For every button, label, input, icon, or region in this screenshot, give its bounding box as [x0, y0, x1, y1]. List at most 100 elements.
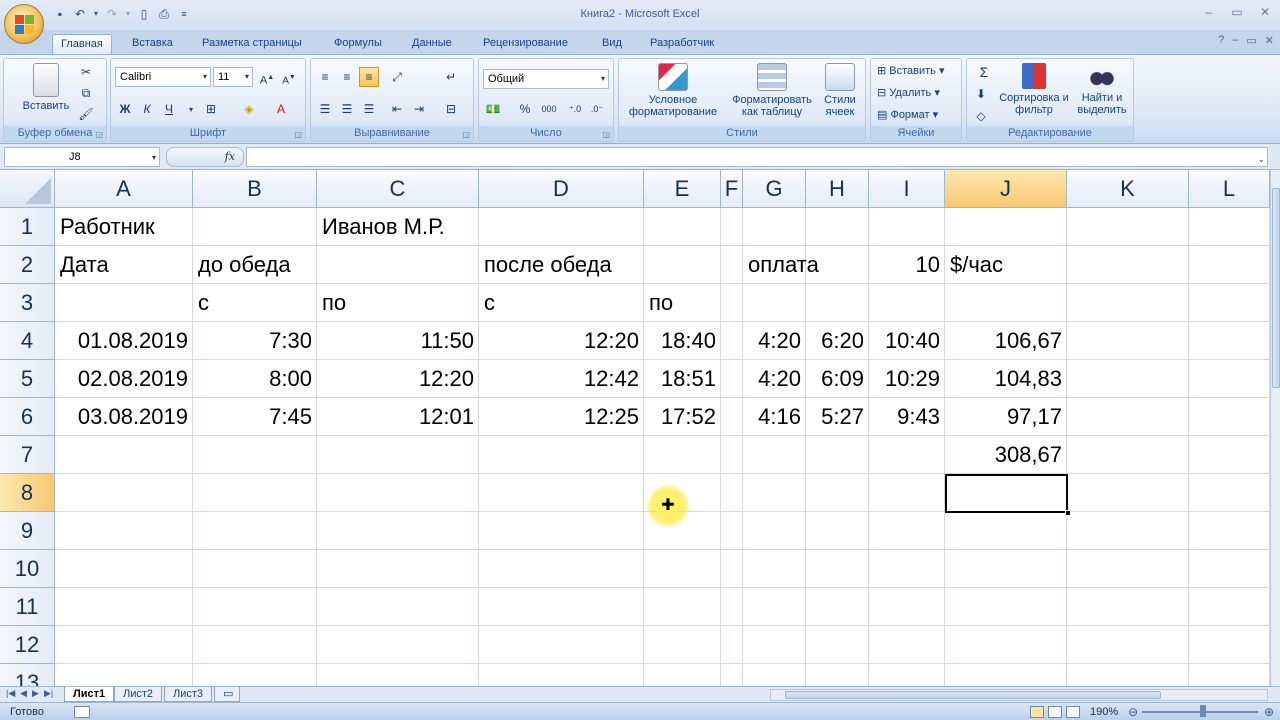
page-layout-view-icon[interactable]	[1048, 706, 1062, 718]
currency-icon[interactable]: 💵	[483, 99, 503, 119]
column-header-f[interactable]: F	[721, 170, 743, 208]
bold-button[interactable]: Ж	[115, 99, 135, 119]
first-sheet-icon[interactable]: |◀	[6, 688, 15, 699]
row-header-6[interactable]: 6	[0, 398, 55, 436]
cell-styles-button[interactable]: Стили ячеек	[817, 63, 863, 118]
sheet-tab-1[interactable]: Лист1	[64, 687, 115, 702]
column-header-l[interactable]: L	[1189, 170, 1270, 208]
cell-c3[interactable]: по	[317, 284, 479, 322]
tab-insert[interactable]: Вставка	[124, 34, 181, 54]
font-color-icon[interactable]: A	[271, 99, 291, 119]
cell-j4[interactable]: 106,67	[945, 322, 1067, 360]
format-cells-button[interactable]: ▤ Формат ▾	[877, 105, 938, 125]
row-header-4[interactable]: 4	[0, 322, 55, 360]
column-header-c[interactable]: C	[317, 170, 479, 208]
insert-sheet-icon[interactable]: ▭	[214, 687, 240, 702]
font-name-select[interactable]: Calibri ▾	[115, 67, 211, 87]
row-header-9[interactable]: 9	[0, 512, 55, 550]
next-sheet-icon[interactable]: ▶	[32, 688, 39, 699]
cell-j6[interactable]: 97,17	[945, 398, 1067, 436]
row-header-10[interactable]: 10	[0, 550, 55, 588]
cell-c6[interactable]: 12:01	[317, 398, 479, 436]
cell-b6[interactable]: 7:45	[193, 398, 317, 436]
cell-b5[interactable]: 8:00	[193, 360, 317, 398]
row-header-2[interactable]: 2	[0, 246, 55, 284]
cell-c4[interactable]: 11:50	[317, 322, 479, 360]
zoom-out-icon[interactable]: ⊖	[1128, 705, 1138, 719]
cell-j5[interactable]: 104,83	[945, 360, 1067, 398]
wrap-text-icon[interactable]: ↵	[441, 67, 461, 87]
find-select-button[interactable]: Найти и выделить	[1071, 63, 1133, 116]
row-header-7[interactable]: 7	[0, 436, 55, 474]
name-box[interactable]: J8 ▾	[4, 147, 160, 167]
cell-e3[interactable]: по	[644, 284, 721, 322]
column-header-e[interactable]: E	[644, 170, 721, 208]
cell-g5[interactable]: 4:20	[743, 360, 806, 398]
cell-i4[interactable]: 10:40	[869, 322, 945, 360]
zoom-level[interactable]: 190%	[1090, 706, 1118, 718]
cell-e6[interactable]: 17:52	[644, 398, 721, 436]
macro-record-icon[interactable]	[74, 706, 90, 718]
cell-d4[interactable]: 12:20	[479, 322, 644, 360]
tab-home[interactable]: Главная	[52, 34, 112, 54]
percent-button[interactable]: %	[515, 99, 535, 119]
close-icon[interactable]: ✕	[1256, 4, 1274, 20]
cut-icon[interactable]: ✂	[76, 62, 96, 82]
column-header-k[interactable]: K	[1067, 170, 1189, 208]
tab-page-layout[interactable]: Разметка страницы	[194, 34, 310, 54]
merge-center-icon[interactable]: ⊟	[441, 99, 461, 119]
align-bottom-icon[interactable]: ≡	[359, 67, 379, 87]
row-header-8[interactable]: 8	[0, 474, 55, 512]
row-header-3[interactable]: 3	[0, 284, 55, 322]
maximize-icon[interactable]: ▭	[1228, 4, 1246, 20]
cell-g2[interactable]: оплата	[743, 246, 819, 284]
vertical-scroll-thumb[interactable]	[1272, 188, 1280, 388]
cell-j2[interactable]: $/час	[945, 246, 1067, 284]
decrease-decimal-icon[interactable]: .0⁻	[587, 99, 607, 119]
worksheet-grid[interactable]: ABCDEFGHIJKL 1 2 3 4 5 6 7 8 9 10 11 12 13 Работник И…	[0, 170, 1270, 686]
cell-d5[interactable]: 12:42	[479, 360, 644, 398]
row-header-12[interactable]: 12	[0, 626, 55, 664]
align-left-icon[interactable]: ☰	[315, 99, 335, 119]
workbook-close-icon[interactable]: ✕	[1265, 34, 1274, 47]
copy-icon[interactable]: ⧉	[76, 83, 96, 103]
row-header-5[interactable]: 5	[0, 360, 55, 398]
sheet-tab-2[interactable]: Лист2	[114, 687, 163, 702]
number-format-select[interactable]: Общий ▾	[483, 69, 609, 89]
increase-indent-icon[interactable]: ⇥	[409, 99, 429, 119]
row-header-1[interactable]: 1	[0, 208, 55, 246]
cell-j7[interactable]: 308,67	[945, 436, 1067, 474]
workbook-restore-icon[interactable]: ▭	[1246, 34, 1256, 47]
alignment-launcher-icon[interactable]: ◲	[462, 130, 470, 139]
number-launcher-icon[interactable]: ◲	[602, 130, 610, 139]
orientation-icon[interactable]: ⤢	[387, 67, 407, 87]
zoom-in-icon[interactable]: ⊕	[1264, 705, 1274, 719]
insert-function-button[interactable]: fx	[166, 147, 244, 167]
cell-a2[interactable]: Дата	[55, 246, 193, 284]
minimize-icon[interactable]: –	[1200, 4, 1218, 20]
row-header-11[interactable]: 11	[0, 588, 55, 626]
delete-cells-button[interactable]: ⊟ Удалить ▾	[877, 83, 940, 103]
cell-e5[interactable]: 18:51	[644, 360, 721, 398]
cell-e4[interactable]: 18:40	[644, 322, 721, 360]
clear-icon[interactable]: ◇	[971, 106, 991, 126]
align-center-icon[interactable]: ☰	[337, 99, 357, 119]
cell-d6[interactable]: 12:25	[479, 398, 644, 436]
last-sheet-icon[interactable]: ▶|	[44, 688, 53, 699]
column-header-j[interactable]: J	[945, 170, 1067, 208]
column-header-h[interactable]: H	[806, 170, 869, 208]
format-painter-icon[interactable]: 🖌	[76, 104, 96, 124]
shrink-font-icon[interactable]: A▼	[279, 67, 299, 87]
zoom-slider[interactable]: ⊖ ⊕	[1128, 705, 1274, 719]
page-break-view-icon[interactable]	[1066, 706, 1080, 718]
prev-sheet-icon[interactable]: ◀	[20, 688, 27, 699]
column-header-d[interactable]: D	[479, 170, 644, 208]
cell-c1[interactable]: Иванов М.Р.	[317, 208, 479, 246]
cell-i2[interactable]: 10	[869, 246, 945, 284]
formula-input[interactable]: ⌄	[246, 147, 1268, 167]
cell-g4[interactable]: 4:20	[743, 322, 806, 360]
horizontal-scroll-thumb[interactable]	[785, 691, 1161, 699]
align-top-icon[interactable]: ≡	[315, 67, 335, 87]
fill-icon[interactable]: ⬇	[971, 84, 991, 104]
cell-i5[interactable]: 10:29	[869, 360, 945, 398]
